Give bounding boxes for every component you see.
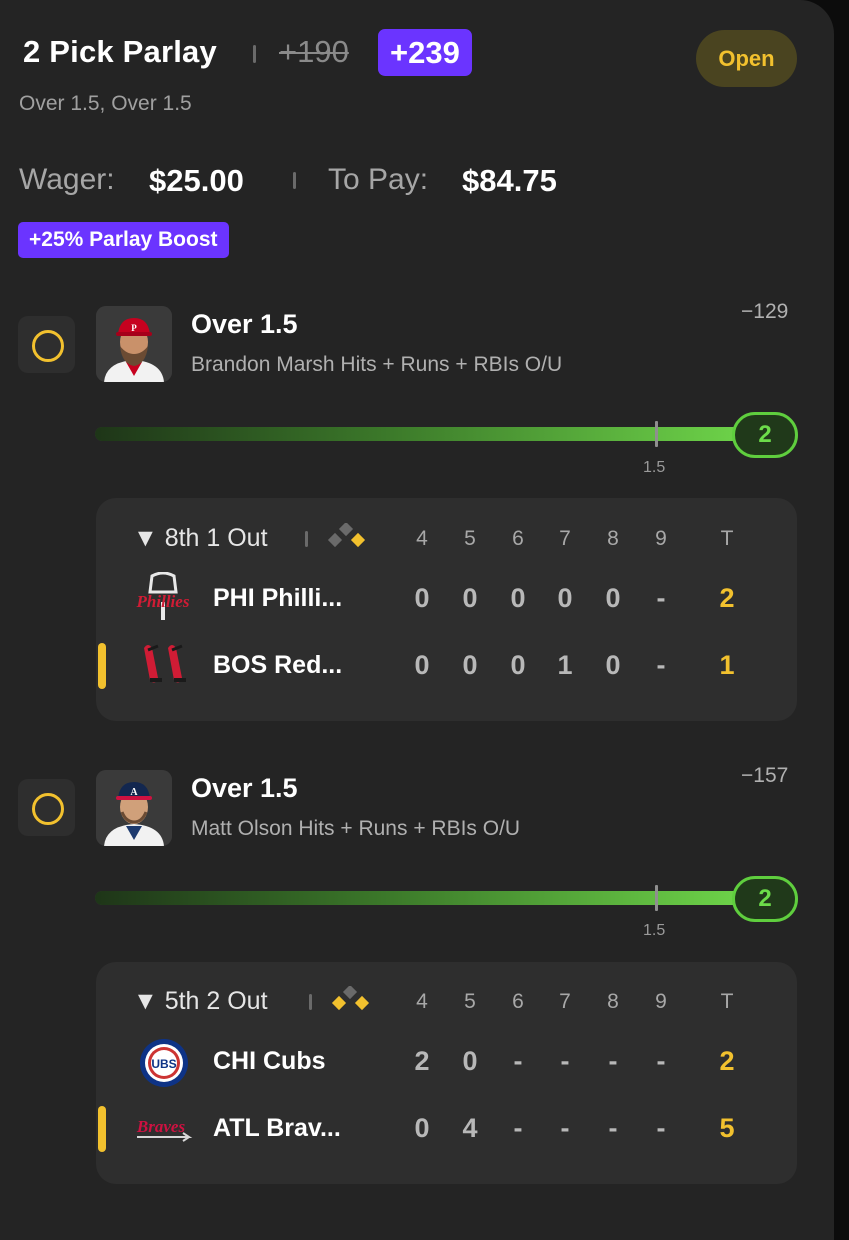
game-1-team-1-score-6: 0 [510, 583, 526, 613]
game-1-team-2-total: 1 [719, 650, 735, 680]
parlay-title: 2 Pick Parlay [23, 34, 217, 69]
game-2-team-2-score-8: - [608, 1113, 618, 1143]
svg-text:Braves: Braves [136, 1117, 186, 1136]
game-2-team-2-score-7: - [560, 1113, 570, 1143]
game-2-col-4: 4 [416, 990, 428, 1013]
pick-1-line-marker [655, 421, 658, 447]
game-1-col-4: 4 [416, 527, 428, 550]
parlay-subtitle: Over 1.5, Over 1.5 [19, 92, 192, 115]
svg-text:Phillies: Phillies [136, 592, 190, 611]
pick-2-title: Over 1.5 [191, 773, 298, 803]
game-2-team-1-score-4: 2 [414, 1046, 430, 1076]
game-2-bases-icon [331, 986, 370, 1011]
game-1-col-7: 7 [559, 527, 571, 550]
phillies-player-avatar-icon: P [96, 306, 172, 382]
to-pay-value: $84.75 [462, 163, 557, 198]
pick-1-title: Over 1.5 [191, 309, 298, 339]
cubs-logo-icon: UBS [140, 1039, 188, 1087]
svg-text:A: A [130, 787, 138, 798]
pick-2-select-radio[interactable] [18, 779, 75, 836]
game-1-team-1-name: PHI Philli... [213, 584, 343, 612]
pick-1-line-label: 1.5 [643, 459, 666, 476]
pick-1-description: Brandon Marsh Hits + Runs + RBIs O/U [191, 353, 563, 376]
game-2-batting-indicator [98, 1106, 106, 1152]
pick-1-select-radio[interactable] [18, 316, 75, 373]
wager-divider [293, 172, 296, 189]
wager-label: Wager: [19, 163, 115, 196]
game-1-inning: ▼ 8th 1 Out [133, 524, 268, 552]
game-1-bases-icon [327, 523, 366, 548]
pick-2-line-marker [655, 885, 658, 911]
game-2-col-7: 7 [559, 990, 571, 1013]
game-2-team-2-score-6: - [513, 1113, 523, 1143]
game-2-team-2-score-4: 0 [414, 1113, 430, 1143]
to-pay-label: To Pay: [328, 163, 429, 196]
pick-1-current-stat: 2 [732, 412, 798, 458]
svg-text:P: P [131, 323, 137, 333]
original-odds: +190 [279, 34, 349, 69]
game-2-team-1-score-7: - [560, 1046, 570, 1076]
game-1-team-2-score-5: 0 [462, 650, 478, 680]
parlay-boost-tag: +25% Parlay Boost [18, 222, 229, 258]
game-2-divider [309, 994, 312, 1010]
game-2-col-8: 8 [607, 990, 619, 1013]
parlay-card: 2 Pick Parlay +190 +239 Open Over 1.5, O… [0, 0, 834, 1240]
game-1-team-1-score-4: 0 [414, 583, 430, 613]
svg-text:UBS: UBS [151, 1057, 176, 1071]
wager-value: $25.00 [149, 163, 244, 198]
red-sox-logo-icon [144, 644, 186, 683]
game-2-team-1-score-5: 0 [462, 1046, 478, 1076]
phillies-logo-icon: Phillies [136, 572, 190, 620]
game-1-team-2-score-9: - [656, 650, 666, 680]
pick-2-description: Matt Olson Hits + Runs + RBIs O/U [191, 817, 521, 840]
game-2-col-total: T [720, 990, 734, 1013]
game-1-col-6: 6 [512, 527, 524, 550]
game-1-col-8: 8 [607, 527, 619, 550]
status-badge: Open [696, 30, 797, 87]
game-1-col-total: T [720, 527, 734, 550]
pick-2-current-stat: 2 [732, 876, 798, 922]
game-2-col-6: 6 [512, 990, 524, 1013]
game-1-divider [305, 531, 308, 547]
game-1-team-2-name: BOS Red... [213, 651, 343, 679]
game-1-team-2-score-4: 0 [414, 650, 430, 680]
game-1-team-1-score-8: 0 [605, 583, 621, 613]
title-divider [253, 45, 256, 63]
game-1-team-2-score-8: 0 [605, 650, 621, 680]
game-1-team-2-score-6: 0 [510, 650, 526, 680]
game-2-col-5: 5 [464, 990, 476, 1013]
pick-2-odds: −157 [741, 764, 789, 787]
game-2-team-1-score-6: - [513, 1046, 523, 1076]
game-2-team-1-name: CHI Cubs [213, 1047, 326, 1075]
game-1-col-5: 5 [464, 527, 476, 550]
game-2-inning: ▼ 5th 2 Out [133, 987, 268, 1015]
pick-2-line-label: 1.5 [643, 922, 666, 939]
braves-player-avatar-icon: A [96, 770, 172, 846]
game-2-team-1-score-8: - [608, 1046, 618, 1076]
game-2-team-2-name: ATL Brav... [213, 1114, 341, 1142]
game-2-team-2-score-9: - [656, 1113, 666, 1143]
boosted-odds-badge: +239 [378, 29, 472, 76]
radio-circle-icon [32, 330, 64, 362]
game-2-team-2-score-5: 4 [462, 1113, 478, 1143]
game-1-col-9: 9 [655, 527, 667, 550]
game-1-team-1-score-7: 0 [557, 583, 573, 613]
pick-1-odds: −129 [741, 300, 789, 323]
radio-circle-icon [32, 793, 64, 825]
game-1-team-1-score-9: - [656, 583, 666, 613]
game-2-col-9: 9 [655, 990, 667, 1013]
game-1-batting-indicator [98, 643, 106, 689]
game-1-team-1-score-5: 0 [462, 583, 478, 613]
braves-logo-icon: Braves [136, 1117, 193, 1142]
game-2-team-1-total: 2 [719, 1046, 735, 1076]
game-2-team-1-score-9: - [656, 1046, 666, 1076]
game-2-team-2-total: 5 [719, 1113, 735, 1143]
game-1-team-1-total: 2 [719, 583, 735, 613]
pick-1-player-avatar: P [96, 306, 172, 382]
pick-2-player-avatar: A [96, 770, 172, 846]
game-1-team-2-score-7: 1 [557, 650, 573, 680]
